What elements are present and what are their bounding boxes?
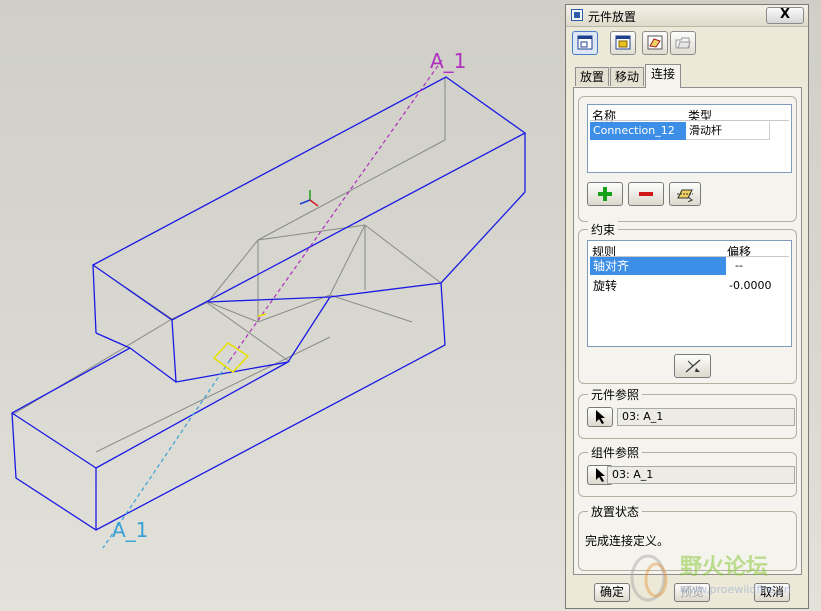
add-connection-button[interactable] <box>587 182 623 206</box>
tab-placement[interactable]: 放置 <box>575 67 609 86</box>
axis-label-bottom[interactable]: A_1 <box>112 518 148 542</box>
assembly-window-icon <box>577 35 593 50</box>
window-icon <box>571 9 583 21</box>
constraint-rule-cell[interactable]: 旋转 <box>590 277 726 295</box>
component-reference-field[interactable]: 03: A_1 <box>617 408 795 426</box>
constraints-list[interactable]: 规则 偏移 轴对齐 -- 旋转 -0.0000 <box>587 240 792 347</box>
component-window-icon <box>615 35 631 50</box>
assembly-reference-field[interactable]: 03: A_1 <box>607 466 795 484</box>
constraint-offset-cell[interactable]: -0.0000 <box>726 277 786 295</box>
cursor-arrow-icon <box>596 410 605 424</box>
cursor-arrow-icon <box>596 468 605 482</box>
open-folder-icon <box>675 37 691 49</box>
constraints-label: 约束 <box>588 221 619 238</box>
connection-marker[interactable] <box>212 313 267 373</box>
user-defined-set-button[interactable] <box>572 31 598 55</box>
connections-group: 名称 类型 Connection_12 滑动杆 <box>578 96 797 222</box>
connection-name-cell[interactable]: Connection_12 <box>590 122 686 140</box>
flip-connection-button[interactable] <box>669 182 701 206</box>
axis-label-top[interactable]: A_1 <box>430 49 466 73</box>
plus-icon <box>598 187 612 201</box>
component-reference-label: 元件参照 <box>588 386 643 403</box>
header-divider <box>590 120 789 121</box>
tab-connect[interactable]: 连接 <box>645 64 681 88</box>
connections-list[interactable]: 名称 类型 Connection_12 滑动杆 <box>587 104 792 173</box>
placement-status-text: 完成连接定义。 <box>585 534 670 548</box>
dialog-titlebar[interactable]: 元件放置 X <box>566 5 808 27</box>
component-reference-select-button[interactable] <box>587 407 613 427</box>
watermark-text: 野火论坛 <box>680 555 769 580</box>
orientation-icon <box>685 359 701 373</box>
component-placement-dialog: 元件放置 X 放置 移动 连接 名称 类型 Connection_12 滑动杆 … <box>565 4 809 609</box>
watermark-url: www.proewildfire.cn <box>680 583 791 596</box>
coordinate-triad-icon <box>299 190 319 207</box>
reference-button[interactable] <box>642 31 668 55</box>
close-button[interactable]: X <box>766 7 804 24</box>
placement-status-label: 放置状态 <box>588 503 643 520</box>
hidden-edges <box>11 78 446 453</box>
part-reference-icon <box>647 35 663 50</box>
minus-icon <box>639 192 653 196</box>
remove-connection-button[interactable] <box>628 182 664 206</box>
open-folder-button[interactable] <box>670 31 696 55</box>
connect-tab-panel: 名称 类型 Connection_12 滑动杆 约束 规则 偏移 轴对齐 -- … <box>573 87 802 575</box>
constraint-rule-cell[interactable]: 轴对齐 <box>590 257 726 275</box>
assembly-reference-label: 组件参照 <box>588 444 643 461</box>
dialog-title: 元件放置 <box>588 10 637 24</box>
separate-window-button[interactable] <box>610 31 636 55</box>
ok-button[interactable]: 确定 <box>594 583 630 602</box>
constraint-offset-cell[interactable]: -- <box>732 257 782 275</box>
constraints-group: 约束 规则 偏移 轴对齐 -- 旋转 -0.0000 <box>578 221 797 384</box>
flip-constraint-icon <box>677 189 693 202</box>
model-edges <box>11 76 527 531</box>
connection-type-cell[interactable]: 滑动杆 <box>686 122 770 140</box>
tab-move[interactable]: 移动 <box>610 67 644 86</box>
assembly-reference-group: 组件参照 03: A_1 <box>578 444 797 497</box>
constraint-orientation-button[interactable] <box>674 354 711 378</box>
component-reference-group: 元件参照 03: A_1 <box>578 386 797 439</box>
